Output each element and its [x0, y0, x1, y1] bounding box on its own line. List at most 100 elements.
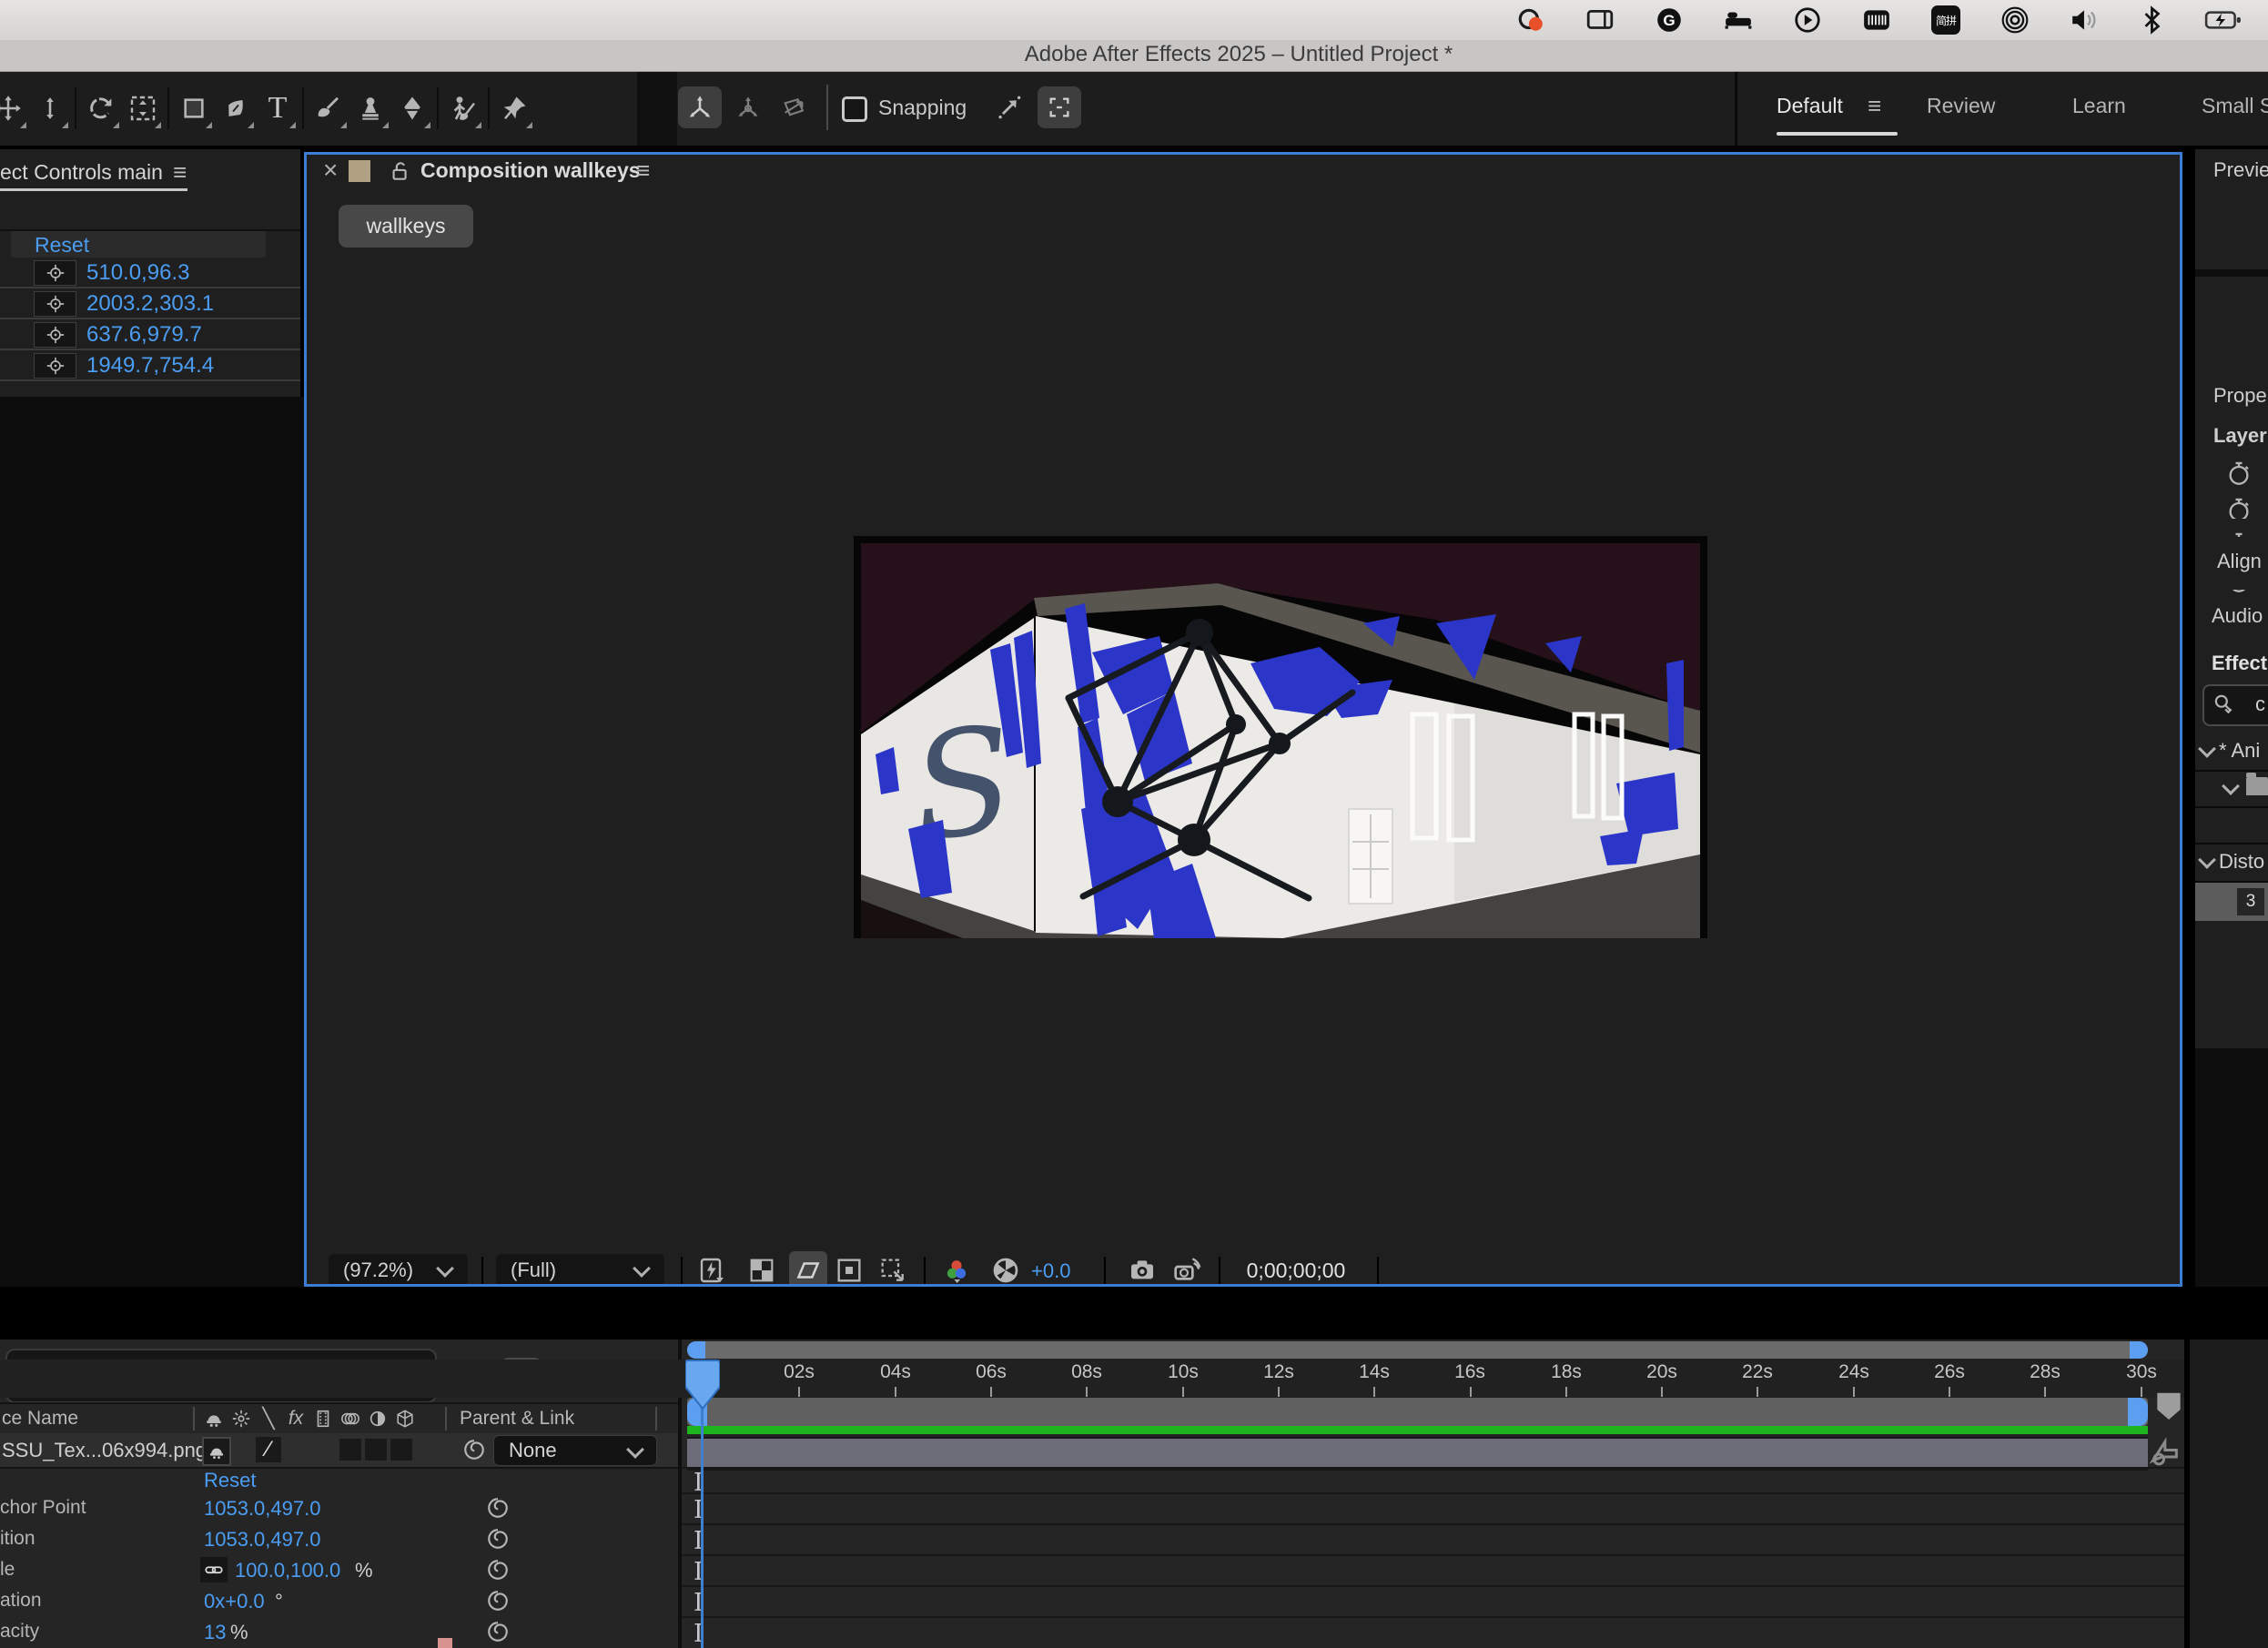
workspace-tab-review[interactable]: Review [1927, 94, 1995, 118]
snap-bounding-box-button[interactable] [1038, 86, 1081, 128]
pickwhip-icon[interactable] [486, 1527, 510, 1551]
point-value[interactable]: 2003.2,303.1 [86, 291, 214, 317]
effects-presets-panel-tab[interactable]: Effects [2212, 652, 2268, 675]
property-value[interactable]: 1053.0,497.0 [204, 1497, 320, 1521]
scrollbar-handle-right[interactable] [2130, 1341, 2148, 1359]
category-row-animation-presets[interactable]: * Ani [2195, 733, 2268, 772]
transparency-grid-icon[interactable] [747, 1256, 776, 1285]
point-picker-button[interactable] [34, 322, 76, 348]
resolution-dropdown[interactable]: (Full) [496, 1254, 664, 1287]
track-vertical-tool[interactable] [29, 81, 71, 136]
point-value[interactable]: 510.0,96.3 [86, 260, 189, 286]
pen-tool[interactable] [215, 81, 257, 136]
property-value[interactable]: 13 [204, 1621, 226, 1644]
composition-panel-title[interactable]: Composition wallkeys [420, 158, 641, 183]
pickwhip-icon[interactable] [486, 1620, 510, 1643]
workspace-tab-small-screen[interactable]: Small S [2202, 94, 2268, 118]
point-picker-button[interactable] [34, 260, 76, 286]
pickwhip-icon[interactable] [486, 1558, 510, 1582]
work-area-bar[interactable] [687, 1398, 2148, 1426]
work-area-end-handle[interactable] [2128, 1398, 2148, 1426]
scale-link-toggle[interactable] [200, 1557, 228, 1582]
local-axis-button[interactable] [678, 86, 722, 128]
play-circle-icon[interactable] [1793, 5, 1822, 35]
region-of-interest-button[interactable] [789, 1251, 827, 1287]
workspace-menu-icon[interactable]: ≡ [1868, 92, 1881, 120]
barcode-icon[interactable] [1862, 5, 1891, 35]
g-app-icon[interactable]: G [1655, 5, 1684, 35]
layer-switch-box[interactable] [339, 1439, 361, 1461]
layer-quality-toggle[interactable]: ∕ [256, 1437, 281, 1462]
collapse-header-icon[interactable] [228, 1409, 255, 1429]
parent-pickwhip-icon[interactable] [462, 1438, 486, 1461]
fx-header-icon[interactable]: fx [282, 1408, 309, 1430]
property-value[interactable]: 0x+0.0 [204, 1590, 265, 1613]
zoom-dropdown[interactable]: (97.2%) [329, 1254, 468, 1287]
properties-panel-tab[interactable]: Prope [2213, 384, 2267, 408]
scrollbar-handle-left[interactable] [687, 1341, 705, 1359]
lock-open-icon[interactable] [387, 159, 410, 183]
transform-reset-link[interactable]: Reset [204, 1469, 256, 1492]
layer-switch-box[interactable] [365, 1439, 387, 1461]
snap-along-edges-icon[interactable] [994, 92, 1025, 123]
display-icon[interactable] [1585, 5, 1615, 35]
layer-source-name[interactable]: SSU_Tex...06x994.png [2, 1439, 207, 1462]
workspace-tab-learn[interactable]: Learn [2072, 94, 2126, 118]
point-picker-button[interactable] [34, 353, 76, 379]
eraser-tool[interactable] [391, 81, 433, 136]
parent-link-header[interactable]: Parent & Link [460, 1408, 574, 1430]
point-value[interactable]: 637.6,979.7 [86, 322, 202, 348]
category-row-folder[interactable] [2195, 772, 2268, 808]
snapping-checkbox[interactable] [842, 96, 867, 122]
cube-3d-header-icon[interactable] [391, 1409, 419, 1429]
time-ruler[interactable]: 00s 02s 04s 06s 08s 10s 12s 14s 16s 18s … [0, 1360, 2184, 1398]
workspace-tab-default[interactable]: Default [1777, 94, 1843, 118]
panel-menu-icon[interactable]: ≡ [636, 157, 650, 185]
category-row-distortion[interactable]: Disto [2195, 844, 2268, 883]
composition-viewport[interactable]: S [854, 536, 1707, 938]
exposure-value[interactable]: +0.0 [1031, 1259, 1070, 1283]
pickwhip-icon[interactable] [486, 1589, 510, 1613]
frame-blend-header-icon[interactable] [309, 1409, 337, 1429]
show-snapshot-icon[interactable] [1173, 1256, 1202, 1285]
panel-color-label[interactable] [349, 160, 370, 182]
effect-reset-link[interactable]: Reset [35, 233, 89, 258]
brush-tool[interactable] [308, 81, 349, 136]
audio-panel-tab[interactable]: Audio [2212, 604, 2263, 628]
effect-item-selected[interactable]: 3 [2195, 883, 2268, 921]
bed-icon[interactable] [1724, 5, 1753, 35]
property-value[interactable]: 100.0,100.0 [235, 1559, 340, 1582]
comp-tab-wallkeys[interactable]: wallkeys [339, 205, 473, 248]
source-name-header[interactable]: ce Name [2, 1408, 78, 1430]
world-axis-button[interactable] [728, 86, 768, 128]
move-tool[interactable] [0, 81, 29, 136]
layer-duration-bar[interactable] [687, 1437, 2148, 1471]
pinyin-input-icon[interactable]: 简拼 [1931, 5, 1960, 35]
exposure-icon[interactable] [991, 1256, 1020, 1285]
property-value[interactable]: 1053.0,497.0 [204, 1528, 320, 1552]
quality-header-icon[interactable]: ╲ [255, 1407, 282, 1431]
mask-visibility-icon[interactable] [835, 1256, 864, 1285]
channel-icon[interactable] [942, 1256, 971, 1285]
playhead-handle[interactable] [685, 1360, 720, 1410]
rectangle-tool[interactable] [173, 81, 215, 136]
effect-controls-title[interactable]: ect Controls main [0, 160, 163, 185]
volume-icon[interactable] [2070, 5, 2101, 35]
rotate-tool[interactable] [80, 81, 122, 136]
effects-search-input[interactable]: c [2202, 684, 2268, 726]
close-panel-icon[interactable]: × [323, 156, 338, 185]
screen-record-icon[interactable] [1516, 5, 1545, 35]
comp-marker-bin-icon[interactable] [2152, 1389, 2186, 1423]
view-axis-button[interactable] [774, 86, 814, 128]
bluetooth-icon[interactable] [2141, 5, 2164, 35]
time-zoom-scrollbar[interactable] [687, 1341, 2148, 1359]
layer-shy-toggle[interactable] [202, 1437, 231, 1466]
battery-icon[interactable] [2204, 5, 2243, 35]
orbit-camera-tool[interactable] [122, 81, 164, 136]
layer-switch-box[interactable] [390, 1439, 412, 1461]
comp-marker-flag-icon[interactable] [2144, 1434, 2184, 1471]
crop-region-icon[interactable] [878, 1256, 907, 1285]
point-picker-button[interactable] [34, 291, 76, 317]
puppet-pin-tool[interactable] [493, 81, 535, 136]
type-tool[interactable]: T [257, 81, 299, 136]
